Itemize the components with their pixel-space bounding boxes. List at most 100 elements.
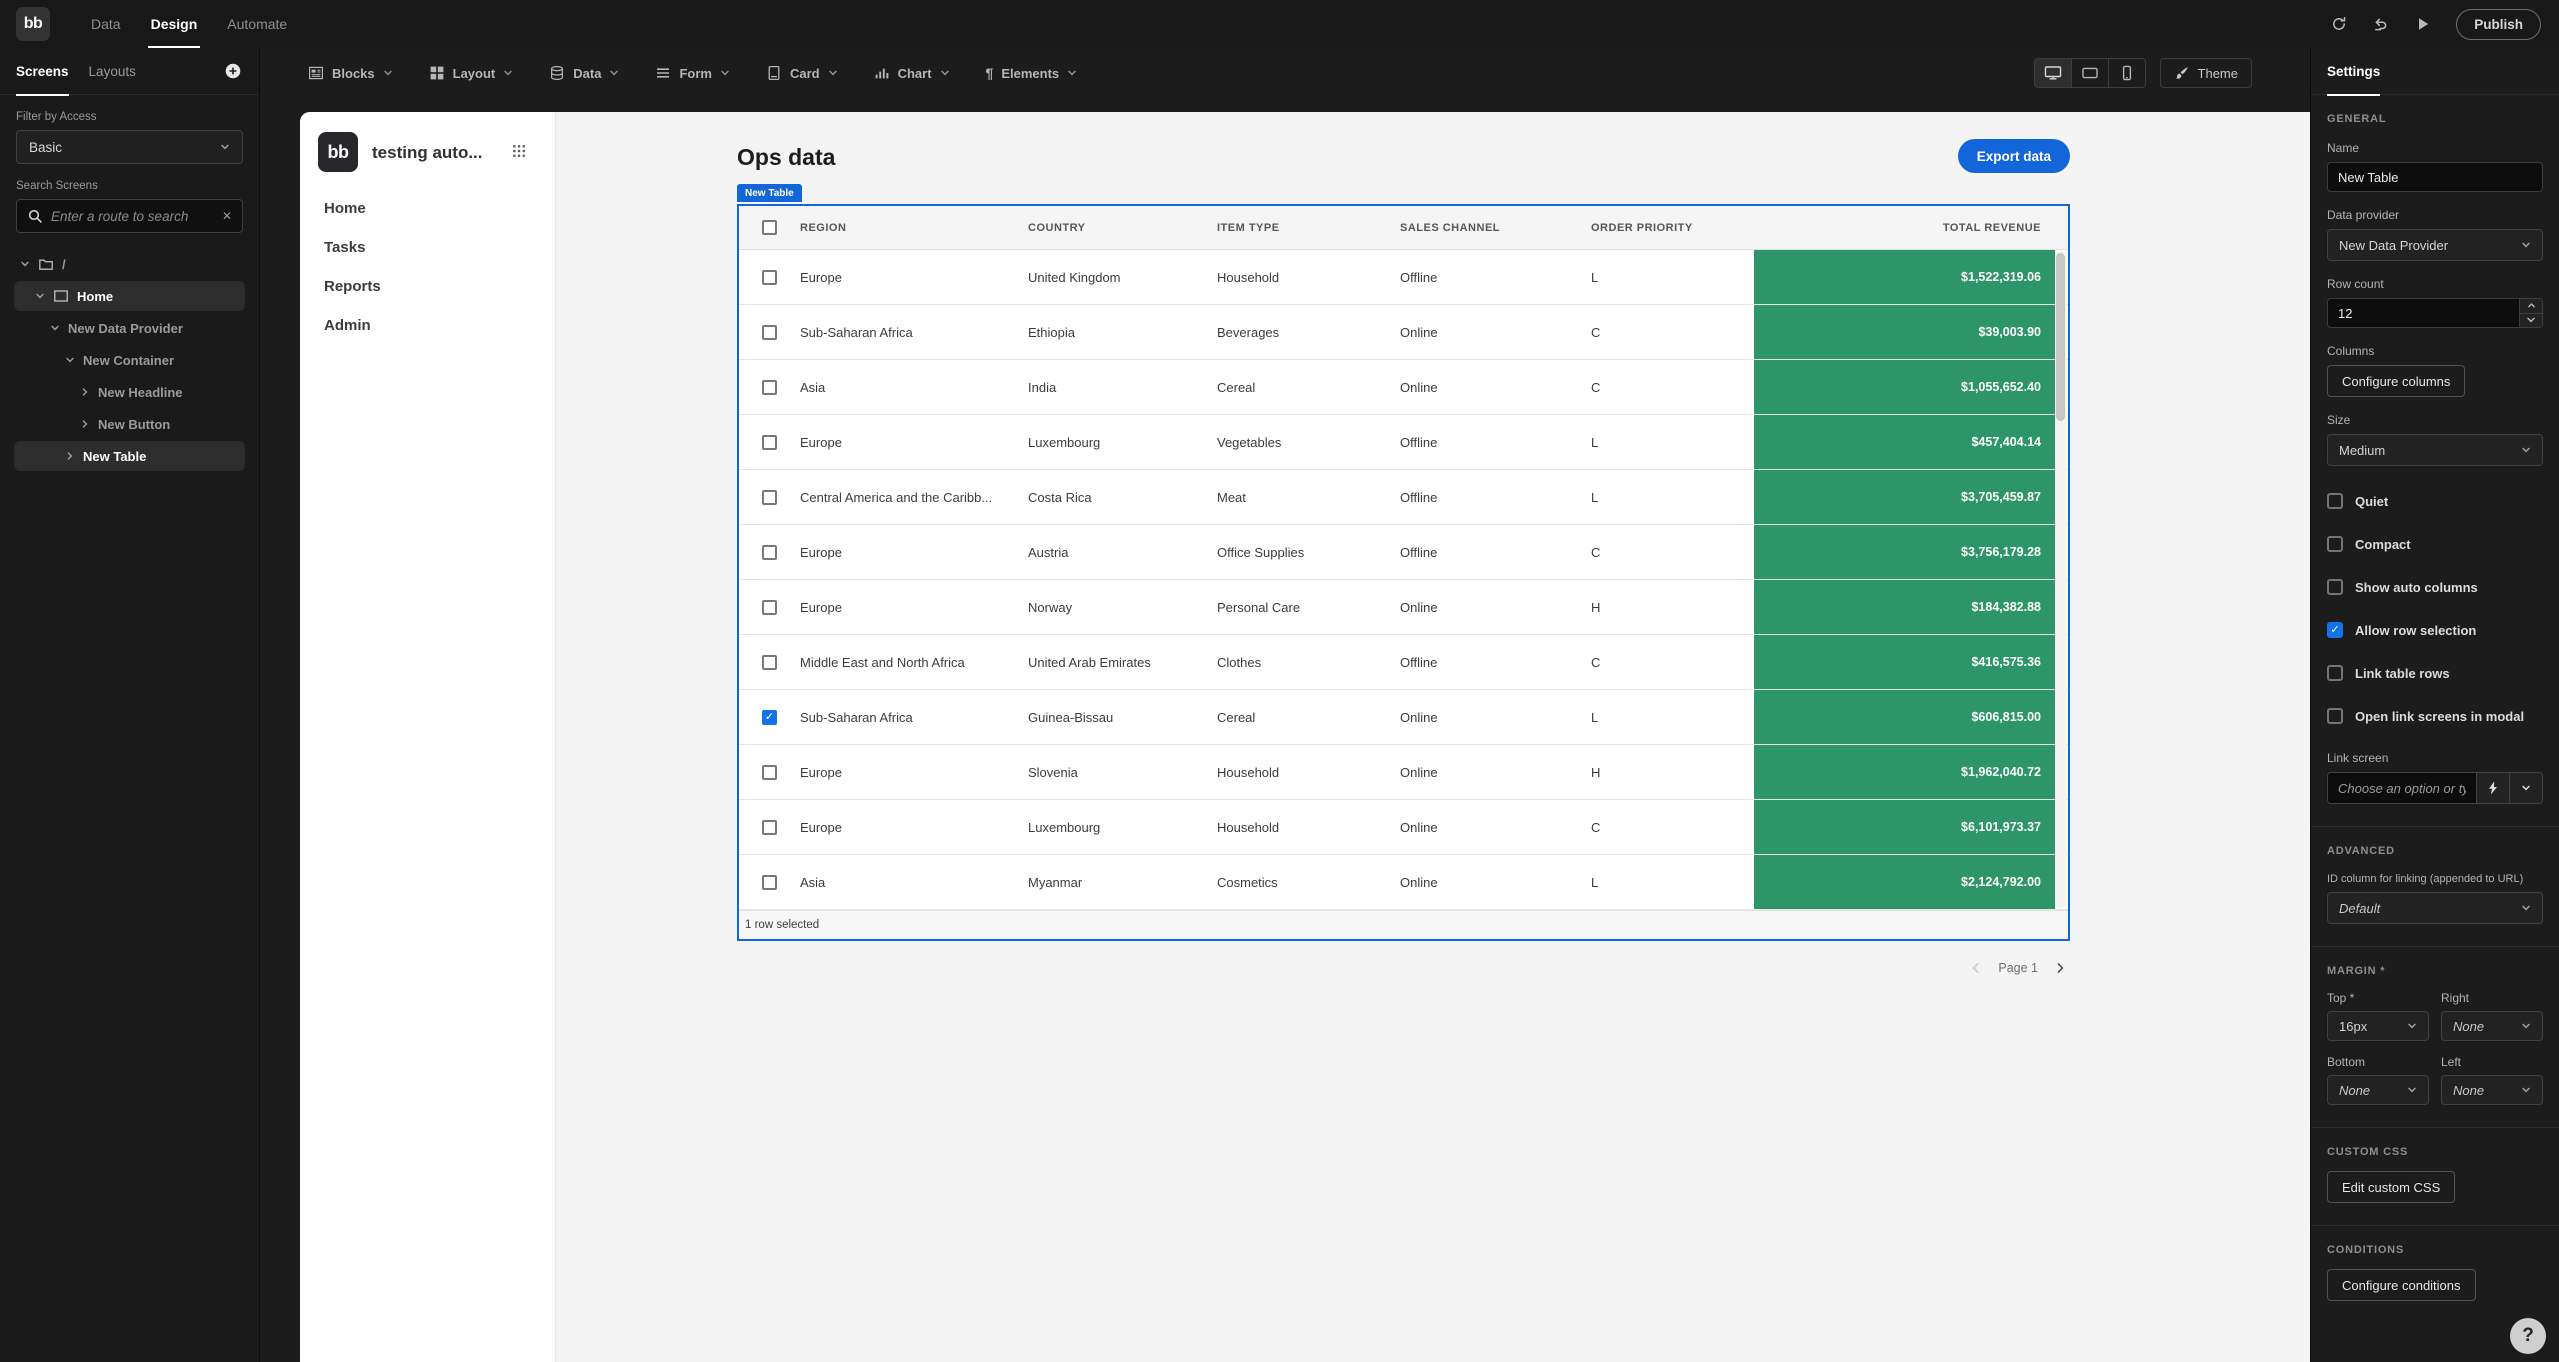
access-filter-select[interactable]: Basic (16, 130, 243, 164)
undo-icon[interactable] (2372, 15, 2390, 33)
row-checkbox[interactable] (762, 380, 777, 395)
topbar-tab-data[interactable]: Data (76, 0, 136, 48)
row-checkbox[interactable]: ✓ (762, 710, 777, 725)
checkbox-allow-row-selection[interactable]: ✓ (2327, 622, 2343, 638)
configure-columns-button[interactable]: Configure columns (2327, 365, 2465, 397)
size-select[interactable]: Medium (2327, 434, 2543, 466)
name-field[interactable] (2327, 162, 2543, 192)
link-screen-dropdown-icon[interactable] (2509, 773, 2542, 803)
binding-bolt-icon[interactable] (2476, 773, 2509, 803)
toolbar-menu-chart[interactable]: Chart (874, 65, 950, 81)
checkbox-compact[interactable] (2327, 536, 2343, 552)
link-screen-input[interactable] (2328, 773, 2476, 803)
table-cell: Clothes (1217, 635, 1400, 689)
export-data-button[interactable]: Export data (1958, 139, 2070, 173)
checkbox-open-link-screens-in-modal[interactable] (2327, 708, 2343, 724)
sync-icon[interactable] (2330, 15, 2348, 33)
chevron-down-icon[interactable] (35, 291, 45, 301)
apps-grid-icon[interactable] (511, 143, 527, 159)
row-checkbox[interactable] (762, 270, 777, 285)
select-all-checkbox[interactable] (762, 220, 777, 235)
toolbar-menu-card[interactable]: Card (766, 65, 838, 81)
configure-conditions-button[interactable]: Configure conditions (2327, 1269, 2476, 1301)
checkbox-show-auto-columns[interactable] (2327, 579, 2343, 595)
screen-search-input[interactable] (51, 209, 214, 224)
tree-item-new-headline[interactable]: New Headline (14, 377, 245, 407)
device-button-tablet[interactable] (2071, 58, 2109, 88)
row-checkbox[interactable] (762, 435, 777, 450)
margin-select-right[interactable]: None (2441, 1011, 2543, 1041)
app-nav-admin[interactable]: Admin (324, 317, 381, 335)
toolbar-menu-data[interactable]: Data (549, 65, 619, 81)
column-header-item-type[interactable]: ITEM TYPE (1217, 222, 1400, 234)
row-checkbox[interactable] (762, 875, 777, 890)
row-checkbox[interactable] (762, 655, 777, 670)
toolbar-menu-form[interactable]: Form (655, 65, 730, 81)
row-checkbox[interactable] (762, 490, 777, 505)
tab-settings[interactable]: Settings (2327, 48, 2380, 95)
publish-button[interactable]: Publish (2456, 9, 2541, 40)
column-header-sales-channel[interactable]: SALES CHANNEL (1400, 222, 1591, 234)
previous-page-icon[interactable] (1970, 962, 1982, 974)
increment-icon[interactable] (2520, 299, 2542, 313)
chevron-down-icon[interactable] (20, 259, 30, 269)
setting-row-open-link-screens-in-modal: Open link screens in modal (2327, 708, 2543, 724)
checkbox-quiet[interactable] (2327, 493, 2343, 509)
checkbox-link-table-rows[interactable] (2327, 665, 2343, 681)
tab-screens[interactable]: Screens (16, 48, 69, 95)
chevron-right-icon[interactable] (80, 387, 90, 397)
margin-select-left[interactable]: None (2441, 1075, 2543, 1105)
row-count-value[interactable]: 12 (2328, 299, 2519, 327)
column-header-order-priority[interactable]: ORDER PRIORITY (1591, 222, 1754, 234)
device-button-phone[interactable] (2108, 58, 2146, 88)
next-page-icon[interactable] (2054, 962, 2066, 974)
margin-select-bottom[interactable]: None (2327, 1075, 2429, 1105)
topbar-tab-automate[interactable]: Automate (212, 0, 302, 48)
clear-search-icon[interactable]: ✕ (222, 209, 232, 223)
table-cell: Europe (800, 745, 1028, 799)
screens-sidebar: Screens Layouts Filter by Access Basic S… (0, 48, 260, 1362)
app-nav-home[interactable]: Home (324, 200, 381, 218)
column-header-country[interactable]: COUNTRY (1028, 222, 1217, 234)
tab-layouts[interactable]: Layouts (89, 48, 136, 95)
chevron-down-icon[interactable] (50, 323, 60, 333)
data-icon (549, 65, 565, 81)
id-column-select[interactable]: Default (2327, 892, 2543, 924)
table-scrollbar[interactable] (2056, 253, 2065, 421)
app-nav-tasks[interactable]: Tasks (324, 239, 381, 257)
chevron-down-icon[interactable] (65, 355, 75, 365)
chevron-right-icon[interactable] (80, 419, 90, 429)
edit-custom-css-button[interactable]: Edit custom CSS (2327, 1171, 2455, 1203)
tree-item-new-data-provider[interactable]: New Data Provider (14, 313, 245, 343)
column-header-region[interactable]: REGION (800, 222, 1028, 234)
decrement-icon[interactable] (2520, 313, 2542, 328)
theme-button[interactable]: Theme (2160, 58, 2252, 88)
tree-item-home[interactable]: Home (14, 281, 245, 311)
topbar-tab-design[interactable]: Design (136, 0, 213, 48)
chevron-right-icon[interactable] (65, 451, 75, 461)
row-checkbox[interactable] (762, 325, 777, 340)
elements-icon: ¶ (986, 66, 994, 80)
help-button[interactable]: ? (2510, 1318, 2546, 1354)
row-checkbox[interactable] (762, 820, 777, 835)
tree-item-new-button[interactable]: New Button (14, 409, 245, 439)
tree-item-new-container[interactable]: New Container (14, 345, 245, 375)
toolbar-menu-blocks[interactable]: Blocks (308, 65, 393, 81)
table-row: AsiaMyanmarCosmeticsOnlineL$2,124,792.00 (739, 855, 2068, 910)
row-checkbox[interactable] (762, 545, 777, 560)
play-icon[interactable] (2414, 15, 2432, 33)
row-checkbox[interactable] (762, 600, 777, 615)
add-screen-icon[interactable] (223, 61, 243, 81)
tree-item-root[interactable]: / (14, 249, 245, 279)
table-cell: Europe (800, 580, 1028, 634)
toolbar-menu-layout[interactable]: Layout (429, 65, 514, 81)
app-nav-reports[interactable]: Reports (324, 278, 381, 296)
device-button-monitor[interactable] (2034, 58, 2072, 88)
page-number-label: Page 1 (1998, 961, 2038, 975)
data-provider-select[interactable]: New Data Provider (2327, 229, 2543, 261)
row-checkbox[interactable] (762, 765, 777, 780)
toolbar-menu-elements[interactable]: ¶Elements (986, 66, 1078, 81)
column-header-total-revenue[interactable]: TOTAL REVENUE (1754, 222, 2055, 234)
tree-item-new-table[interactable]: New Table (14, 441, 245, 471)
margin-select-top[interactable]: 16px (2327, 1011, 2429, 1041)
